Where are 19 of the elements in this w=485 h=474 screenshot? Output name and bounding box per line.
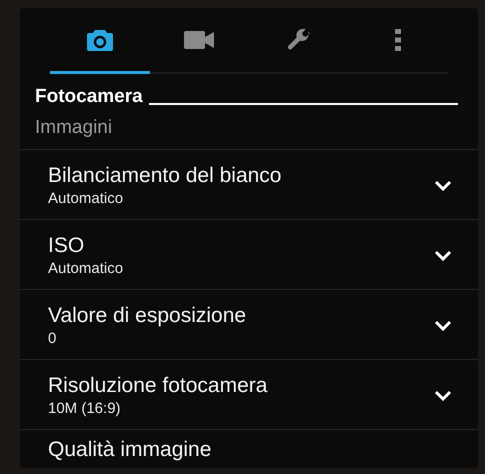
section-title: Fotocamera [35,86,143,108]
chevron-down-icon[interactable] [434,320,452,332]
camera-icon [86,28,113,50]
setting-title: Valore di esposizione [48,304,248,328]
setting-value: 10M (16:9) [48,400,122,417]
chevron-down-icon[interactable] [434,390,452,402]
category-title: Immagini [35,117,112,138]
setting-title: Risoluzione fotocamera [48,374,268,398]
setting-title: Qualità immagine [48,438,212,462]
setting-title: ISO [48,234,86,258]
setting-value: Automatico [48,260,124,277]
more-menu-icon [395,28,402,50]
setting-title: Bilanciamento del bianco [48,164,282,188]
setting-value: Automatico [48,190,124,207]
chevron-down-icon[interactable] [434,250,452,262]
wrench-icon [286,28,311,52]
video-camera-icon [184,30,214,48]
setting-value: 0 [48,330,58,347]
chevron-down-icon[interactable] [434,180,452,192]
